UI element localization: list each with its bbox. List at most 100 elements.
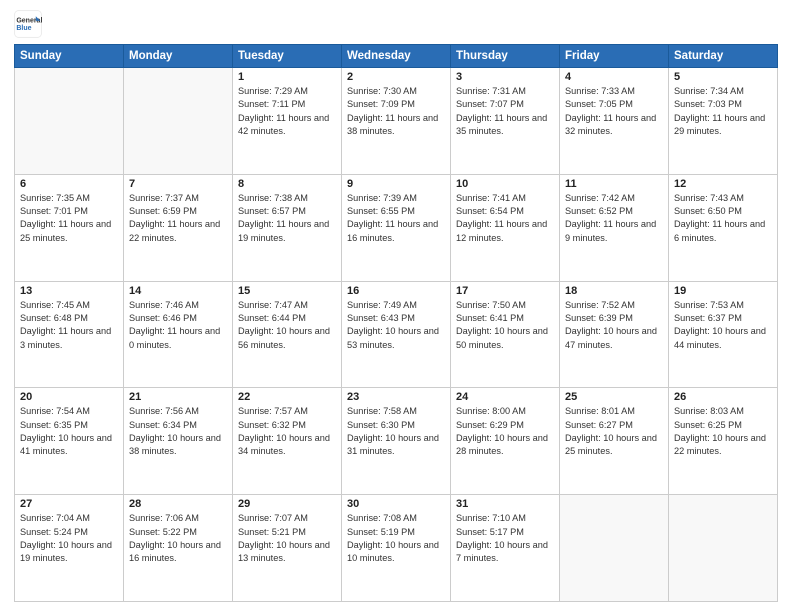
day-number: 17 [456,285,554,297]
day-number: 15 [238,285,336,297]
day-number: 27 [20,498,118,510]
week-row-2: 6 Sunrise: 7:35 AMSunset: 7:01 PMDaylight… [15,174,778,281]
logo-icon: General Blue [14,10,42,38]
day-number: 19 [674,285,772,297]
calendar-table: SundayMondayTuesdayWednesdayThursdayFrid… [14,44,778,602]
day-info: Sunrise: 7:07 AMSunset: 5:21 PMDaylight:… [238,512,336,565]
svg-text:Blue: Blue [16,25,31,32]
day-number: 5 [674,71,772,83]
day-info: Sunrise: 7:34 AMSunset: 7:03 PMDaylight:… [674,85,772,138]
logo: General Blue [14,10,46,38]
calendar-cell: 4 Sunrise: 7:33 AMSunset: 7:05 PMDaylight… [560,68,669,175]
calendar-cell: 13 Sunrise: 7:45 AMSunset: 6:48 PMDayligh… [15,281,124,388]
calendar-cell: 28 Sunrise: 7:06 AMSunset: 5:22 PMDayligh… [124,495,233,602]
calendar-cell: 27Sunrise: 7:04 AMSunset: 5:24 PMDayligh… [15,495,124,602]
calendar-cell: 1Sunrise: 7:29 AMSunset: 7:11 PMDaylight… [233,68,342,175]
calendar-cell: 19 Sunrise: 7:53 AMSunset: 6:37 PMDayligh… [669,281,778,388]
calendar-cell: 24Sunrise: 8:00 AMSunset: 6:29 PMDayligh… [451,388,560,495]
calendar-cell: 6 Sunrise: 7:35 AMSunset: 7:01 PMDaylight… [15,174,124,281]
calendar-cell: 7 Sunrise: 7:37 AMSunset: 6:59 PMDaylight… [124,174,233,281]
day-info: Sunrise: 7:56 AMSunset: 6:34 PMDaylight:… [129,405,227,458]
day-number: 13 [20,285,118,297]
day-info: Sunrise: 7:42 AMSunset: 6:52 PMDaylight:… [565,192,663,245]
calendar-cell: 2 Sunrise: 7:30 AMSunset: 7:09 PMDaylight… [342,68,451,175]
day-number: 26 [674,391,772,403]
day-number: 25 [565,391,663,403]
col-header-saturday: Saturday [669,45,778,68]
day-number: 20 [20,391,118,403]
day-info: Sunrise: 7:35 AMSunset: 7:01 PMDaylight:… [20,192,118,245]
day-info: Sunrise: 7:52 AMSunset: 6:39 PMDaylight:… [565,299,663,352]
day-info: Sunrise: 7:37 AMSunset: 6:59 PMDaylight:… [129,192,227,245]
day-number: 12 [674,178,772,190]
day-info: Sunrise: 7:49 AMSunset: 6:43 PMDaylight:… [347,299,445,352]
calendar-cell: 10 Sunrise: 7:41 AMSunset: 6:54 PMDayligh… [451,174,560,281]
day-number: 8 [238,178,336,190]
day-number: 30 [347,498,445,510]
day-number: 18 [565,285,663,297]
day-info: Sunrise: 8:01 AMSunset: 6:27 PMDaylight:… [565,405,663,458]
calendar-cell [124,68,233,175]
week-row-3: 13 Sunrise: 7:45 AMSunset: 6:48 PMDayligh… [15,281,778,388]
day-number: 10 [456,178,554,190]
col-header-friday: Friday [560,45,669,68]
day-info: Sunrise: 7:06 AMSunset: 5:22 PMDaylight:… [129,512,227,565]
day-info: Sunrise: 7:29 AMSunset: 7:11 PMDaylight:… [238,85,336,138]
day-number: 2 [347,71,445,83]
day-info: Sunrise: 7:31 AMSunset: 7:07 PMDaylight:… [456,85,554,138]
day-number: 22 [238,391,336,403]
day-number: 14 [129,285,227,297]
calendar-cell [669,495,778,602]
col-header-tuesday: Tuesday [233,45,342,68]
calendar-cell: 16 Sunrise: 7:49 AMSunset: 6:43 PMDayligh… [342,281,451,388]
day-info: Sunrise: 7:41 AMSunset: 6:54 PMDaylight:… [456,192,554,245]
calendar-cell: 30Sunrise: 7:08 AMSunset: 5:19 PMDayligh… [342,495,451,602]
week-row-5: 27Sunrise: 7:04 AMSunset: 5:24 PMDayligh… [15,495,778,602]
calendar-cell: 14 Sunrise: 7:46 AMSunset: 6:46 PMDayligh… [124,281,233,388]
day-info: Sunrise: 7:46 AMSunset: 6:46 PMDaylight:… [129,299,227,352]
calendar-cell: 23Sunrise: 7:58 AMSunset: 6:30 PMDayligh… [342,388,451,495]
day-number: 31 [456,498,554,510]
calendar-cell: 15Sunrise: 7:47 AMSunset: 6:44 PMDayligh… [233,281,342,388]
day-number: 16 [347,285,445,297]
calendar-cell: 5 Sunrise: 7:34 AMSunset: 7:03 PMDaylight… [669,68,778,175]
day-info: Sunrise: 7:54 AMSunset: 6:35 PMDaylight:… [20,405,118,458]
col-header-monday: Monday [124,45,233,68]
header: General Blue [14,10,778,38]
calendar-cell: 25 Sunrise: 8:01 AMSunset: 6:27 PMDayligh… [560,388,669,495]
day-number: 21 [129,391,227,403]
svg-text:General: General [16,17,42,24]
calendar-cell [560,495,669,602]
day-info: Sunrise: 7:38 AMSunset: 6:57 PMDaylight:… [238,192,336,245]
day-info: Sunrise: 7:30 AMSunset: 7:09 PMDaylight:… [347,85,445,138]
day-info: Sunrise: 7:39 AMSunset: 6:55 PMDaylight:… [347,192,445,245]
col-header-sunday: Sunday [15,45,124,68]
week-row-4: 20 Sunrise: 7:54 AMSunset: 6:35 PMDayligh… [15,388,778,495]
page: General Blue SundayMondayTuesdayWednesda… [0,0,792,612]
calendar-cell: 12 Sunrise: 7:43 AMSunset: 6:50 PMDayligh… [669,174,778,281]
day-info: Sunrise: 7:43 AMSunset: 6:50 PMDaylight:… [674,192,772,245]
day-number: 9 [347,178,445,190]
col-header-thursday: Thursday [451,45,560,68]
calendar-cell: 31 Sunrise: 7:10 AMSunset: 5:17 PMDayligh… [451,495,560,602]
calendar-cell: 22 Sunrise: 7:57 AMSunset: 6:32 PMDayligh… [233,388,342,495]
calendar-cell [15,68,124,175]
calendar-cell: 18 Sunrise: 7:52 AMSunset: 6:39 PMDayligh… [560,281,669,388]
calendar-cell: 17Sunrise: 7:50 AMSunset: 6:41 PMDayligh… [451,281,560,388]
day-info: Sunrise: 7:45 AMSunset: 6:48 PMDaylight:… [20,299,118,352]
day-info: Sunrise: 7:10 AMSunset: 5:17 PMDaylight:… [456,512,554,565]
day-info: Sunrise: 7:53 AMSunset: 6:37 PMDaylight:… [674,299,772,352]
calendar-cell: 21 Sunrise: 7:56 AMSunset: 6:34 PMDayligh… [124,388,233,495]
day-number: 6 [20,178,118,190]
day-number: 7 [129,178,227,190]
day-info: Sunrise: 7:33 AMSunset: 7:05 PMDaylight:… [565,85,663,138]
calendar-cell: 20 Sunrise: 7:54 AMSunset: 6:35 PMDayligh… [15,388,124,495]
calendar-header-row: SundayMondayTuesdayWednesdayThursdayFrid… [15,45,778,68]
day-info: Sunrise: 7:57 AMSunset: 6:32 PMDaylight:… [238,405,336,458]
calendar-cell: 3Sunrise: 7:31 AMSunset: 7:07 PMDaylight… [451,68,560,175]
day-number: 4 [565,71,663,83]
day-info: Sunrise: 7:58 AMSunset: 6:30 PMDaylight:… [347,405,445,458]
col-header-wednesday: Wednesday [342,45,451,68]
day-number: 29 [238,498,336,510]
day-number: 28 [129,498,227,510]
